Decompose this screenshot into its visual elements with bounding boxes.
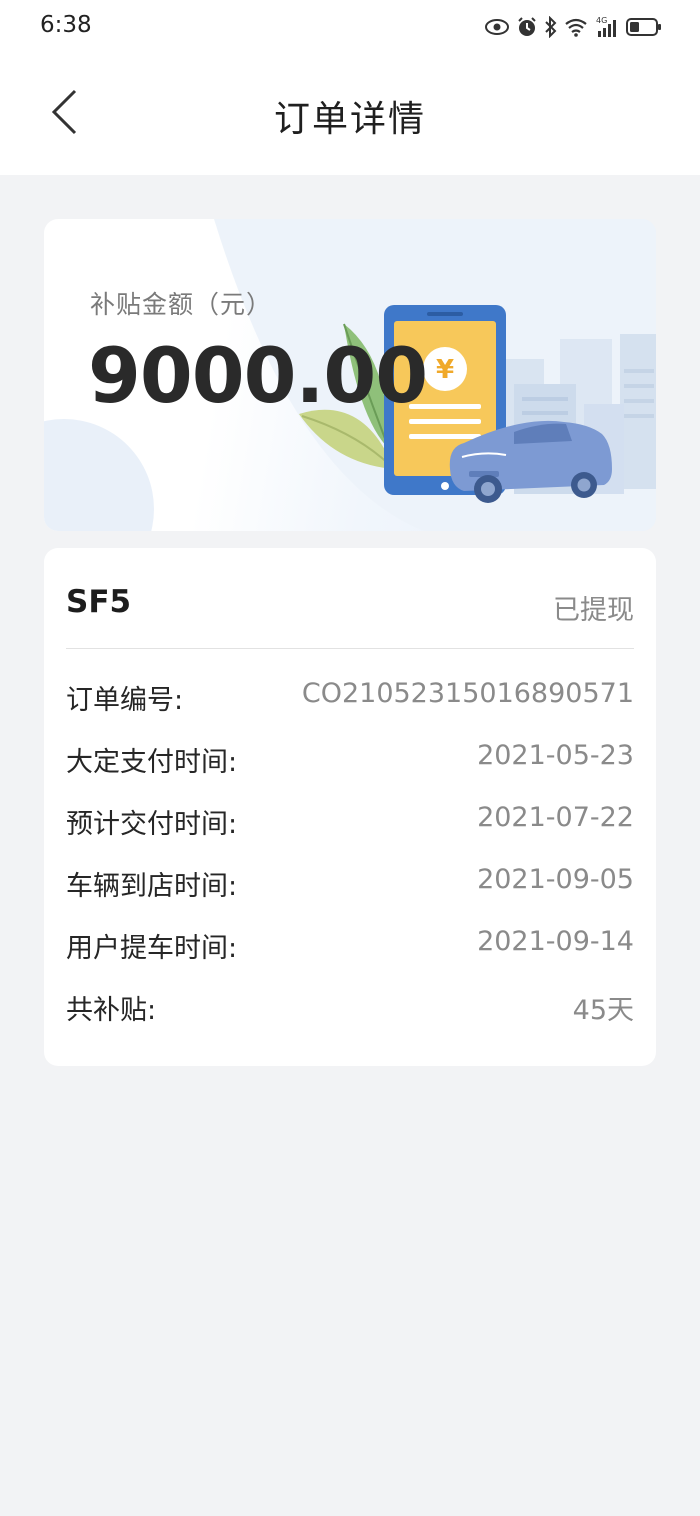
total-subsidy-days-label: 共补贴: — [66, 995, 157, 1026]
order-number-value: CO21052315016890571 — [301, 678, 634, 709]
vehicle-arrival-time-value: 2021-09-05 — [477, 864, 634, 895]
subsidy-amount-label: 补贴金额（元） — [90, 290, 273, 319]
deposit-payment-time-label: 大定支付时间: — [66, 747, 238, 778]
order-card-header: SF5 已提现 — [66, 548, 634, 649]
subsidy-banner: ¥ 补贴金额（元） 9000.00 — [44, 219, 656, 531]
car-model: SF5 — [66, 584, 132, 620]
order-number-row: 订单编号: CO21052315016890571 — [66, 660, 634, 722]
bluetooth-icon — [544, 16, 558, 38]
expected-delivery-time-value: 2021-07-22 — [477, 802, 634, 833]
order-detail-card: SF5 已提现 订单编号: CO21052315016890571 大定支付时间… — [44, 548, 656, 1066]
order-info-list: 订单编号: CO21052315016890571 大定支付时间: 2021-0… — [66, 648, 634, 1032]
user-pickup-time-label: 用户提车时间: — [66, 933, 238, 964]
svg-text:¥: ¥ — [436, 355, 454, 385]
status-bar: 6:38 4G — [0, 0, 700, 52]
signal-icon: 4G — [594, 15, 620, 39]
total-subsidy-days-value: 45天 — [572, 995, 634, 1026]
withdrawal-status: 已提现 — [553, 595, 634, 626]
status-time: 6:38 — [40, 12, 92, 38]
user-pickup-time-row: 用户提车时间: 2021-09-14 — [66, 908, 634, 970]
battery-icon — [626, 17, 662, 37]
vehicle-arrival-time-row: 车辆到店时间: 2021-09-05 — [66, 846, 634, 908]
top-bar: 6:38 4G 订单详情 — [0, 0, 700, 175]
eye-icon — [484, 17, 510, 37]
user-pickup-time-value: 2021-09-14 — [477, 926, 634, 957]
expected-delivery-time-label: 预计交付时间: — [66, 809, 238, 840]
total-subsidy-days-row: 共补贴: 45天 — [66, 970, 634, 1032]
deposit-payment-time-row: 大定支付时间: 2021-05-23 — [66, 722, 634, 784]
order-number-label: 订单编号: — [66, 685, 184, 716]
navigation-bar: 订单详情 — [0, 60, 700, 170]
alarm-icon — [516, 16, 538, 38]
vehicle-arrival-time-label: 车辆到店时间: — [66, 871, 238, 902]
network-label: 4G — [596, 16, 607, 25]
status-icons: 4G — [484, 12, 662, 42]
deposit-payment-time-value: 2021-05-23 — [477, 740, 634, 771]
subsidy-amount-value: 9000.00 — [88, 331, 428, 420]
expected-delivery-time-row: 预计交付时间: 2021-07-22 — [66, 784, 634, 846]
wifi-icon — [564, 17, 588, 37]
page-title: 订单详情 — [273, 99, 426, 140]
